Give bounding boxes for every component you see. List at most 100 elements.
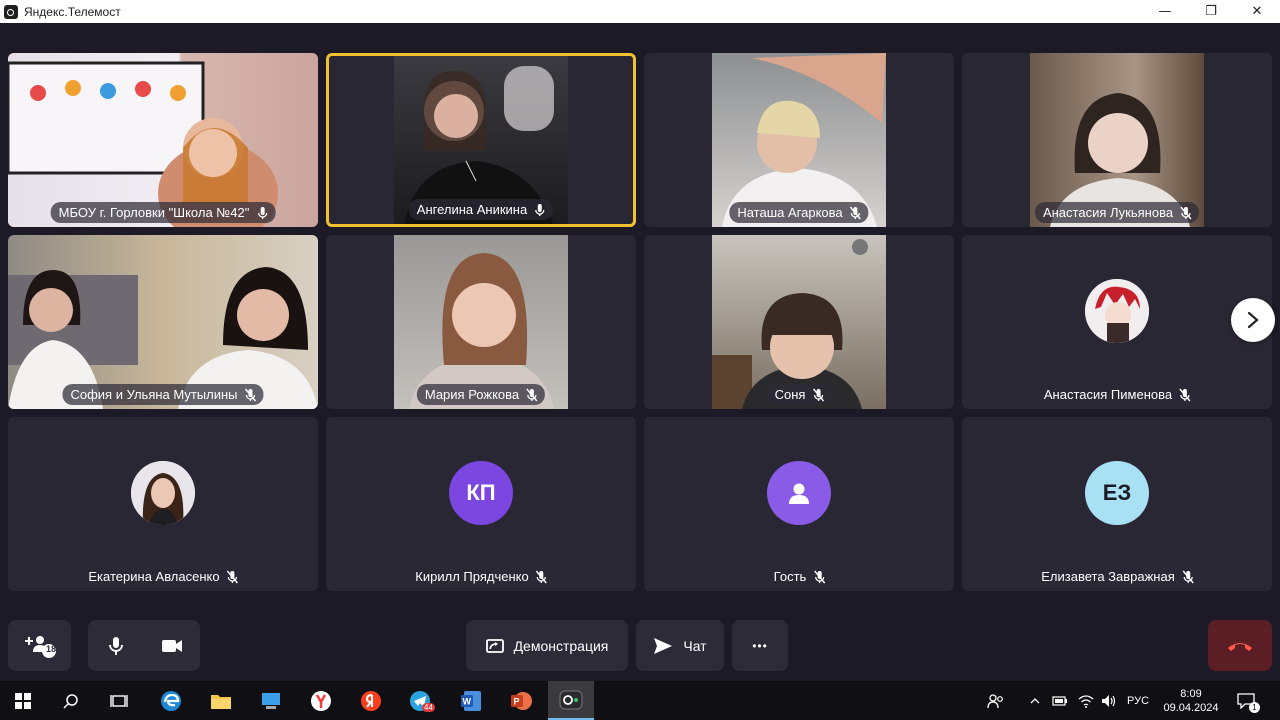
telemost-icon (559, 690, 583, 709)
notification-count: 1 (1249, 702, 1260, 713)
microphone-button[interactable] (88, 636, 144, 656)
taskbar-powerpoint[interactable]: P (498, 681, 544, 720)
mic-off-icon (536, 570, 548, 583)
camera-button[interactable] (144, 638, 200, 654)
participant-nameplate: Мария Рожкова (416, 384, 546, 405)
network-status[interactable] (1074, 681, 1098, 720)
mic-off-icon (1180, 206, 1192, 219)
taskbar-pc-app[interactable] (248, 681, 294, 720)
clock-time: 8:09 (1180, 687, 1202, 700)
hang-up-icon (1228, 642, 1252, 651)
taskbar-yandex[interactable] (348, 681, 394, 720)
video-illustration (722, 53, 886, 227)
mic-on-icon (257, 206, 267, 219)
screen-share-button[interactable]: Демонстрация (466, 620, 628, 671)
participant-name: МБОУ г. Горловки "Школа №42" (58, 205, 250, 220)
participant-tile-12[interactable]: ЕЗ Елизавета Завражная (962, 417, 1272, 591)
battery-icon (1052, 695, 1067, 706)
speaker-icon (1102, 694, 1116, 707)
people-icon (987, 693, 1003, 708)
photo-avatar (131, 461, 195, 525)
show-hidden-icons-button[interactable] (1024, 681, 1046, 720)
anime-avatar-illustration (1085, 279, 1149, 343)
chat-button[interactable]: Чат (636, 620, 724, 671)
language-label: РУС (1126, 694, 1150, 707)
guest-avatar (767, 461, 831, 525)
next-page-button[interactable] (1231, 298, 1275, 342)
clock[interactable]: 8:09 09.04.2024 (1158, 681, 1224, 720)
search-icon (63, 693, 78, 709)
initials-avatar: КП (449, 461, 513, 525)
mic-off-icon (812, 388, 824, 401)
taskbar-yandex-browser[interactable] (298, 681, 344, 720)
title-bar: Яндекс.Телемост — ❐ ✕ (0, 0, 1280, 23)
participant-tile-7[interactable]: Соня (644, 235, 954, 409)
participant-name: Гость (773, 569, 807, 584)
participant-name: Кирилл Прядченко (415, 569, 529, 584)
microphone-icon (109, 636, 123, 655)
taskbar-word[interactable]: W (448, 681, 494, 720)
participant-nameplate: Анастасия Пименова (1035, 384, 1199, 405)
battery-status[interactable] (1048, 681, 1072, 720)
participant-tile-11[interactable]: Гость (644, 417, 954, 591)
participant-tile-8[interactable]: Анастасия Пименова (962, 235, 1272, 409)
clock-date: 09.04.2024 (1163, 701, 1219, 714)
participant-tile-10[interactable]: КП Кирилл Прядченко (326, 417, 636, 591)
notification-center-button[interactable]: 1 (1228, 681, 1264, 720)
more-options-button[interactable]: ••• (732, 620, 788, 671)
participant-nameplate: МБОУ г. Горловки "Школа №42" (50, 202, 276, 223)
video-feed (1030, 53, 1204, 227)
word-icon: W (461, 690, 481, 711)
participant-tile-3[interactable]: Наташа Агаркова (644, 53, 954, 227)
screen-share-label: Демонстрация (513, 637, 609, 654)
taskbar-file-explorer[interactable] (198, 681, 244, 720)
search-button[interactable] (48, 681, 94, 720)
participant-tile-1[interactable]: МБОУ г. Горловки "Школа №42" (8, 53, 318, 227)
restore-button[interactable]: ❐ (1188, 0, 1234, 23)
minimize-button[interactable]: — (1142, 0, 1188, 23)
chevron-up-icon (1030, 697, 1040, 703)
participant-tile-4[interactable]: Анастасия Лукьянова (962, 53, 1272, 227)
start-button[interactable] (0, 681, 46, 720)
participant-name: Анастасия Лукьянова (1042, 205, 1174, 220)
screen-share-icon (485, 638, 504, 653)
window-controls: — ❐ ✕ (1142, 0, 1280, 23)
video-feed (8, 235, 318, 409)
add-participants-button[interactable]: 18 (8, 620, 71, 671)
task-view-button[interactable] (96, 681, 142, 720)
people-button[interactable] (976, 681, 1016, 720)
video-feed (712, 53, 886, 227)
svg-text:W: W (463, 696, 472, 706)
participant-nameplate: Елизавета Завражная (1033, 566, 1201, 587)
language-indicator[interactable]: РУС (1120, 681, 1156, 720)
window-title: Яндекс.Телемост (24, 4, 121, 19)
participant-tile-2[interactable]: Ангелина Аникина (326, 53, 636, 227)
participant-nameplate: Соня (766, 384, 832, 405)
close-button[interactable]: ✕ (1234, 0, 1280, 23)
powerpoint-icon: P (511, 691, 532, 710)
participant-name: Анастасия Пименова (1043, 387, 1173, 402)
taskbar-telegram[interactable]: 44 (398, 681, 444, 720)
participant-nameplate: Ангелина Аникина (408, 199, 554, 220)
video-feed (8, 53, 318, 227)
end-call-button[interactable] (1208, 620, 1272, 671)
participant-name: Наташа Агаркова (737, 205, 843, 220)
media-controls (88, 620, 200, 671)
taskbar-telemost[interactable] (548, 681, 594, 720)
windows-logo-icon (15, 692, 31, 709)
volume-control[interactable] (1098, 681, 1120, 720)
participant-tile-5[interactable]: София и Ульяна Мутылины (8, 235, 318, 409)
participant-tile-9[interactable]: Екатерина Авласенко (8, 417, 318, 591)
svg-text:P: P (514, 696, 520, 706)
telemost-app-icon (4, 4, 18, 19)
edge-browser-icon (161, 690, 181, 711)
telegram-badge: 44 (422, 703, 435, 712)
windows-taskbar: 44 W P РУС 8:09 09.04.2024 1 (0, 681, 1280, 720)
video-feed (712, 235, 886, 409)
computer-icon (262, 692, 280, 709)
mic-off-icon (1179, 388, 1191, 401)
taskbar-edge[interactable] (148, 681, 194, 720)
participant-nameplate: Наташа Агаркова (729, 202, 869, 223)
participant-tile-6[interactable]: Мария Рожкова (326, 235, 636, 409)
initials-avatar: ЕЗ (1085, 461, 1149, 525)
